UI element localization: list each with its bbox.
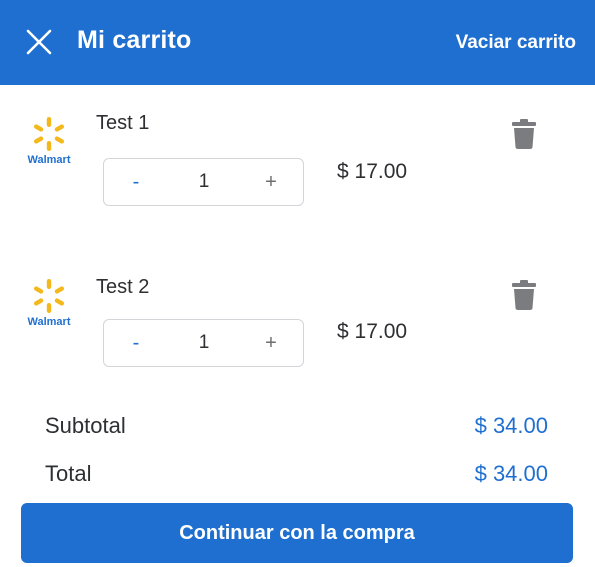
decrease-quantity-button[interactable]: - [106,159,166,205]
cart-header: Mi carrito Vaciar carrito [0,0,595,85]
total-label: Total [45,461,92,486]
item-price: $ 17.00 [337,160,408,183]
continue-checkout-button[interactable]: Continuar con la compra [21,503,573,563]
empty-cart-button[interactable]: Vaciar carrito [456,32,576,54]
cart-item: Walmart Test 2 - 1 + $ 17.00 [0,262,595,382]
walmart-logo: Walmart [24,278,74,332]
walmart-logo-text: Walmart [27,316,71,328]
subtotal-label: Subtotal [45,413,126,438]
quantity-value: 1 [198,332,210,353]
item-price: $ 17.00 [337,320,408,343]
quantity-stepper: - 1 + [103,158,304,206]
walmart-spark-icon [33,279,65,313]
walmart-logo: Walmart [24,116,74,170]
item-name: Test 1 [96,112,150,134]
close-icon[interactable] [24,27,54,57]
increase-quantity-button[interactable]: + [241,320,301,366]
trash-icon[interactable] [511,119,537,149]
subtotal-value: $ 34.00 [474,413,548,438]
item-name: Test 2 [96,276,150,298]
walmart-spark-icon [33,117,65,151]
increase-quantity-button[interactable]: + [241,159,301,205]
quantity-stepper: - 1 + [103,319,304,367]
walmart-logo-text: Walmart [27,154,71,166]
cart-item: Walmart Test 1 - 1 + $ 17.00 [0,100,595,220]
total-value: $ 34.00 [474,461,548,486]
page-title: Mi carrito [77,26,192,54]
trash-icon[interactable] [511,280,537,310]
decrease-quantity-button[interactable]: - [106,320,166,366]
quantity-value: 1 [198,171,210,192]
